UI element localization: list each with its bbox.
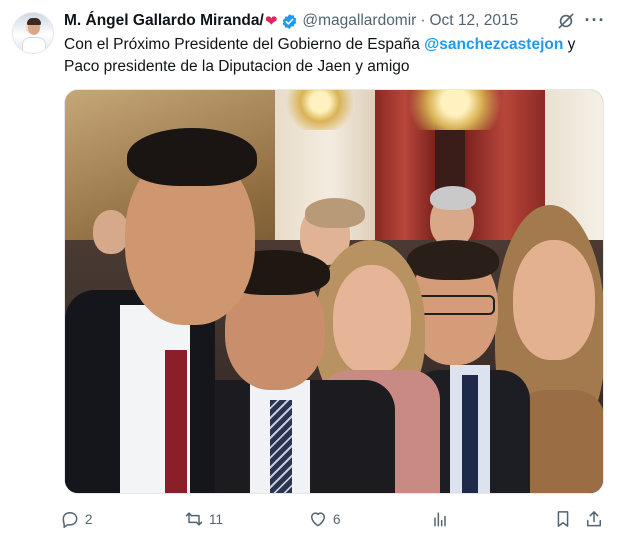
tweet-card[interactable]: M. Ángel Gallardo Miranda/ ❤ @magallardo… [0, 0, 620, 544]
repost-icon [185, 512, 203, 526]
avatar-hair [27, 18, 41, 25]
share-icon [587, 511, 601, 527]
views-button[interactable] [430, 506, 450, 532]
repost-count: 11 [209, 511, 224, 527]
tweet-photo[interactable] [64, 89, 604, 494]
like-button[interactable]: 6 [308, 506, 341, 532]
photo-chandelier [280, 90, 360, 130]
bookmark-button[interactable] [553, 506, 573, 532]
grok-icon[interactable] [556, 11, 576, 31]
photo-background-person-hair [305, 198, 365, 228]
reply-button[interactable]: 2 [60, 506, 93, 532]
tweet-text-before: Con el Próximo Presidente del Gobierno d… [64, 36, 425, 53]
photo-person-glasses-glasses [415, 295, 495, 315]
tweet-date[interactable]: Oct 12, 2015 [430, 12, 519, 30]
like-count: 6 [333, 511, 341, 527]
author-handle[interactable]: @magallardomir [302, 12, 416, 30]
photo-background-person-hair [430, 186, 476, 210]
separator-dot: · [420, 12, 426, 29]
photo-person-center-tie [270, 400, 292, 493]
photo-person-left-hair [127, 128, 257, 186]
share-button[interactable] [584, 506, 604, 532]
like-icon [311, 512, 325, 527]
photo-background-person [93, 210, 129, 254]
photo-person-left-tie [165, 350, 187, 493]
views-icon [434, 512, 446, 527]
avatar-shirt [22, 37, 46, 53]
tweet-text: Con el Próximo Presidente del Gobierno d… [64, 34, 604, 78]
tweet-actions-bar: 2 11 6 [60, 506, 610, 532]
more-options-icon[interactable]: ··· [584, 10, 606, 32]
bookmark-icon [557, 511, 569, 527]
photo-person-glasses-tie [462, 375, 478, 493]
photo-chandelier [395, 90, 515, 130]
repost-button[interactable]: 11 [184, 506, 223, 532]
heart-emoji: ❤ [264, 13, 278, 30]
mention-link[interactable]: @sanchezcastejon [424, 36, 563, 53]
reply-count: 2 [85, 511, 93, 527]
verified-badge-icon [283, 13, 297, 29]
tweet-header: M. Ángel Gallardo Miranda/ ❤ @magallardo… [64, 10, 518, 32]
photo-person-glasses-hair [407, 240, 499, 280]
photo-person-right-face [513, 240, 595, 360]
author-avatar[interactable] [12, 12, 54, 54]
reply-icon [62, 512, 78, 529]
photo-person-blonde-face [333, 265, 411, 375]
author-name[interactable]: M. Ángel Gallardo Miranda/ [64, 12, 264, 30]
